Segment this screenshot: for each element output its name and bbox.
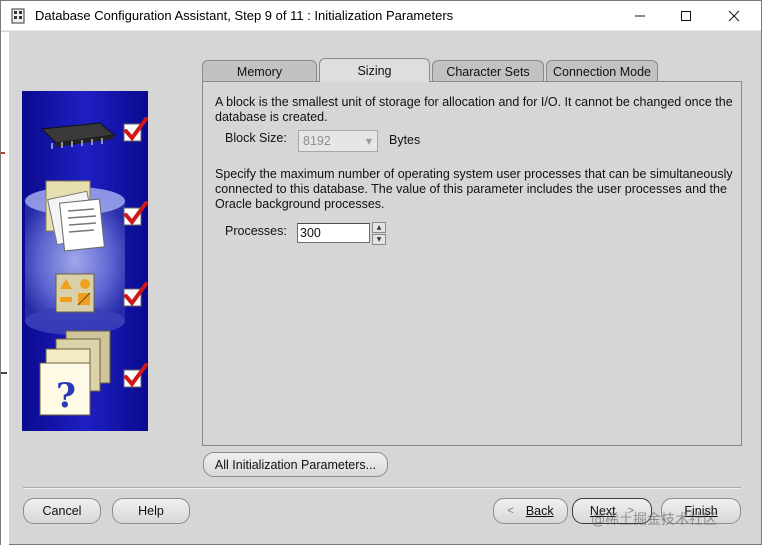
help-button[interactable]: Help	[112, 498, 190, 524]
block-size-unit: Bytes	[389, 133, 421, 147]
sizing-panel: A block is the smallest unit of storage …	[202, 81, 742, 446]
spin-down-icon[interactable]: ▼	[372, 234, 386, 245]
block-size-select: 8192 ▼	[298, 130, 378, 152]
close-button[interactable]	[711, 1, 757, 31]
watermark: @稀土掘金技术社区	[591, 512, 717, 528]
maximize-icon	[681, 11, 691, 21]
dbca-window: Database Configuration Assistant, Step 9…	[0, 0, 762, 545]
background-window-edge	[1, 32, 9, 545]
back-button-label: Back	[525, 504, 554, 518]
chevron-left-icon: <	[507, 505, 514, 517]
window-title: Database Configuration Assistant, Step 9…	[35, 8, 454, 23]
minimize-button[interactable]	[617, 1, 663, 31]
svg-text:?: ?	[56, 376, 76, 416]
tab-connection-mode[interactable]: Connection Mode	[546, 60, 658, 82]
footer-divider	[23, 487, 741, 489]
title-bar: Database Configuration Assistant, Step 9…	[1, 1, 761, 31]
maximize-button[interactable]	[663, 1, 709, 31]
block-size-value: 8192	[303, 134, 331, 148]
wizard-steps-graphic: ?	[22, 91, 148, 431]
shapes-icon	[55, 273, 95, 313]
chevron-down-icon: ▼	[365, 136, 373, 146]
app-icon	[11, 8, 25, 24]
spin-up-icon[interactable]: ▲	[372, 222, 386, 233]
block-description: A block is the smallest unit of storage …	[215, 95, 733, 124]
cancel-button[interactable]: Cancel	[23, 498, 101, 524]
back-button[interactable]: < Back	[493, 498, 568, 524]
tab-memory[interactable]: Memory	[202, 60, 317, 82]
minimize-icon	[635, 15, 645, 17]
processes-input[interactable]: 300	[297, 223, 370, 243]
all-initialization-parameters-button[interactable]: All Initialization Parameters...	[203, 452, 388, 477]
processes-stepper: ▲ ▼	[372, 222, 386, 245]
block-size-label: Block Size:	[225, 131, 287, 145]
tab-character-sets[interactable]: Character Sets	[432, 60, 544, 82]
processes-label: Processes:	[225, 224, 287, 238]
processes-description: Specify the maximum number of operating …	[215, 167, 733, 211]
tab-sizing[interactable]: Sizing	[319, 58, 430, 82]
close-icon	[728, 10, 740, 22]
